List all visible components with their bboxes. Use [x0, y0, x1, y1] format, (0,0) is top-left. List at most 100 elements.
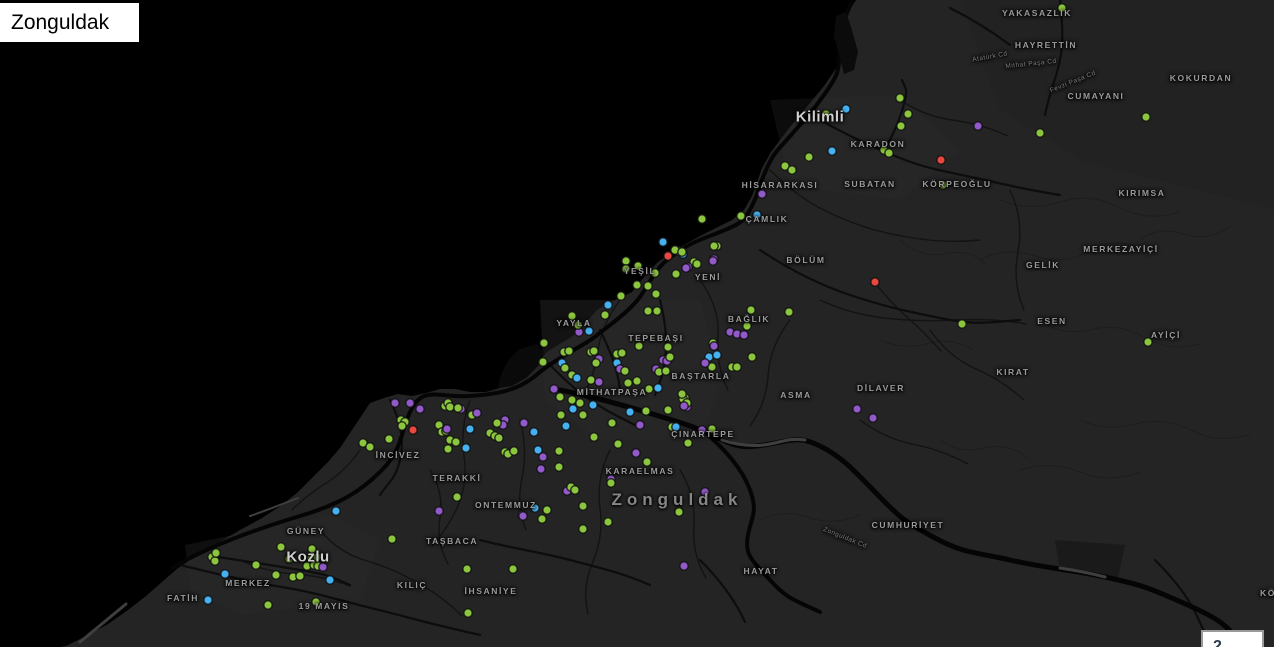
map-point[interactable] — [635, 342, 643, 350]
map-point[interactable] — [710, 342, 718, 350]
map-point[interactable] — [622, 257, 630, 265]
map-point[interactable] — [569, 405, 577, 413]
map-point[interactable] — [296, 572, 304, 580]
map-point[interactable] — [632, 449, 640, 457]
zoom-level-control[interactable]: 2 — [1201, 630, 1264, 647]
map-point[interactable] — [937, 156, 945, 164]
map-point[interactable] — [537, 465, 545, 473]
map-point[interactable] — [604, 301, 612, 309]
map-point[interactable] — [842, 105, 850, 113]
map-point[interactable] — [664, 406, 672, 414]
map-point[interactable] — [662, 367, 670, 375]
map-point[interactable] — [587, 376, 595, 384]
map-point[interactable] — [550, 385, 558, 393]
map-point[interactable] — [608, 419, 616, 427]
map-point[interactable] — [264, 601, 272, 609]
map-point[interactable] — [212, 549, 220, 557]
map-point[interactable] — [709, 257, 717, 265]
map-point[interactable] — [538, 515, 546, 523]
map-point[interactable] — [633, 281, 641, 289]
map-point[interactable] — [740, 331, 748, 339]
map-point[interactable] — [221, 570, 229, 578]
map-point[interactable] — [388, 535, 396, 543]
map-point[interactable] — [555, 447, 563, 455]
map-point[interactable] — [666, 353, 674, 361]
map-point[interactable] — [678, 248, 686, 256]
map-point[interactable] — [277, 543, 285, 551]
map-point[interactable] — [406, 399, 414, 407]
map-point[interactable] — [571, 486, 579, 494]
map-point[interactable] — [409, 426, 417, 434]
map-point[interactable] — [747, 306, 755, 314]
map-point[interactable] — [285, 555, 293, 563]
map-point[interactable] — [622, 265, 630, 273]
map-point[interactable] — [645, 385, 653, 393]
map-point[interactable] — [332, 507, 340, 515]
map-point[interactable] — [1142, 113, 1150, 121]
map-point[interactable] — [326, 576, 334, 584]
map-point[interactable] — [885, 149, 893, 157]
map-point[interactable] — [398, 422, 406, 430]
map-point[interactable] — [675, 508, 683, 516]
map-point[interactable] — [319, 563, 327, 571]
map-point[interactable] — [733, 363, 741, 371]
map-point[interactable] — [958, 320, 966, 328]
map-point[interactable] — [510, 447, 518, 455]
map-point[interactable] — [672, 270, 680, 278]
map-point[interactable] — [366, 443, 374, 451]
map-point[interactable] — [579, 525, 587, 533]
map-point[interactable] — [590, 433, 598, 441]
map-point[interactable] — [654, 384, 662, 392]
map-point[interactable] — [659, 238, 667, 246]
map-point[interactable] — [664, 252, 672, 260]
map-point[interactable] — [211, 557, 219, 565]
map-point[interactable] — [509, 565, 517, 573]
map-point[interactable] — [828, 147, 836, 155]
map-point[interactable] — [607, 479, 615, 487]
map-point[interactable] — [713, 351, 721, 359]
map-point[interactable] — [614, 440, 622, 448]
map-point[interactable] — [684, 439, 692, 447]
map-point[interactable] — [530, 428, 538, 436]
map-point[interactable] — [520, 419, 528, 427]
map-point[interactable] — [592, 359, 600, 367]
map-point[interactable] — [453, 493, 461, 501]
map-point[interactable] — [473, 409, 481, 417]
map-point[interactable] — [698, 215, 706, 223]
map-point[interactable] — [785, 308, 793, 316]
map-point[interactable] — [642, 407, 650, 415]
map-point[interactable] — [701, 359, 709, 367]
map-viewport[interactable]: KilimliKozluZonguldakYAKASAZLIKHAYRETTİN… — [0, 0, 1274, 647]
map-point[interactable] — [540, 339, 548, 347]
map-point[interactable] — [1144, 338, 1152, 346]
map-point[interactable] — [1036, 129, 1044, 137]
map-point[interactable] — [680, 562, 688, 570]
map-point[interactable] — [621, 367, 629, 375]
map-point[interactable] — [652, 290, 660, 298]
map-point[interactable] — [680, 402, 688, 410]
map-point[interactable] — [585, 327, 593, 335]
map-point[interactable] — [519, 512, 527, 520]
map-point[interactable] — [452, 438, 460, 446]
map-point[interactable] — [391, 399, 399, 407]
map-point[interactable] — [897, 122, 905, 130]
map-point[interactable] — [753, 211, 761, 219]
map-point[interactable] — [710, 242, 718, 250]
map-point[interactable] — [464, 609, 472, 617]
map-point[interactable] — [308, 545, 316, 553]
map-point[interactable] — [574, 321, 582, 329]
map-point[interactable] — [539, 453, 547, 461]
map-point[interactable] — [313, 553, 321, 561]
map-point[interactable] — [664, 343, 672, 351]
map-point[interactable] — [601, 311, 609, 319]
map-point[interactable] — [466, 425, 474, 433]
map-point[interactable] — [604, 518, 612, 526]
map-point[interactable] — [748, 353, 756, 361]
map-point[interactable] — [579, 411, 587, 419]
map-point[interactable] — [636, 421, 644, 429]
map-point[interactable] — [701, 488, 709, 496]
map-point[interactable] — [531, 504, 539, 512]
map-point[interactable] — [871, 278, 879, 286]
map-point[interactable] — [568, 312, 576, 320]
map-point[interactable] — [543, 506, 551, 514]
